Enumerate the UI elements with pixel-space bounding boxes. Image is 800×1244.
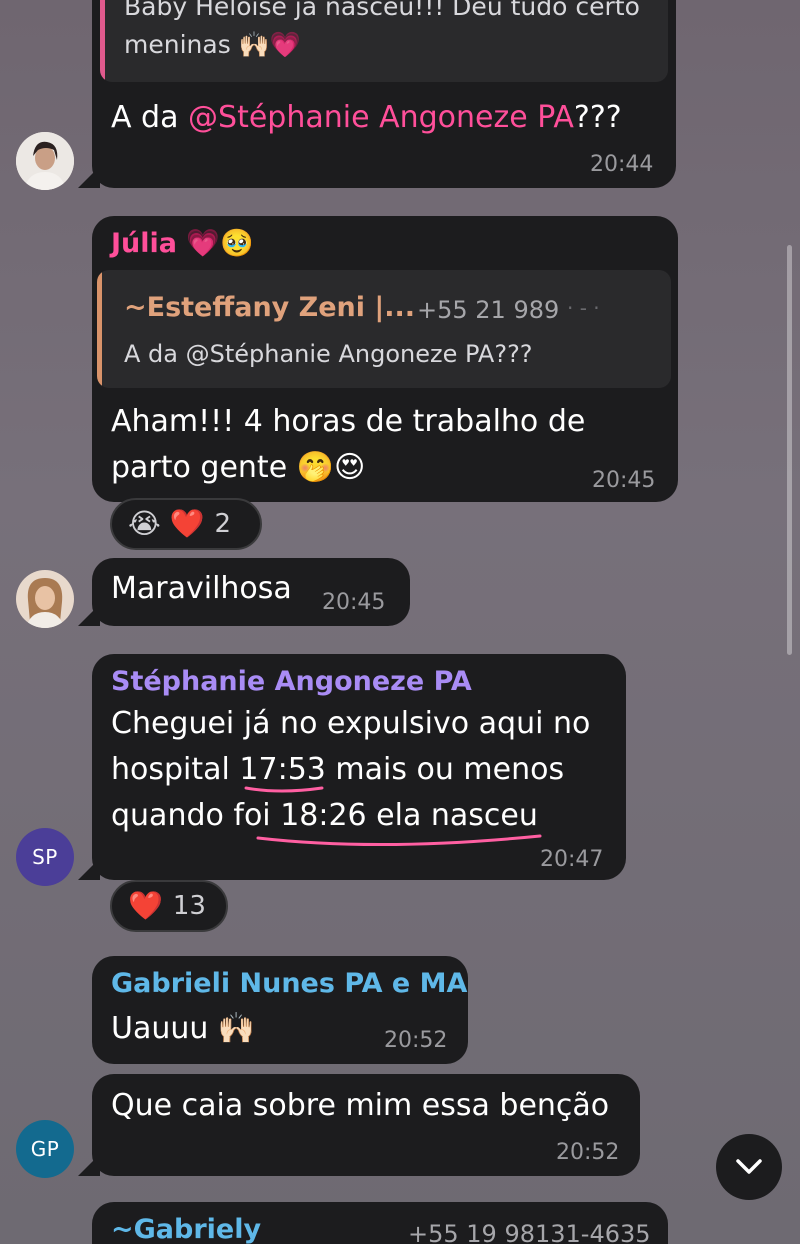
user-avatar[interactable]: [16, 570, 74, 628]
pink-underline-annotation: [244, 786, 542, 847]
user-avatar[interactable]: [16, 132, 74, 190]
reaction-pill[interactable]: ❤️ 13: [110, 880, 228, 932]
scroll-to-bottom-button[interactable]: [716, 1134, 782, 1200]
message-text: Que caia sobre mim essa benção: [111, 1088, 610, 1123]
scrollbar[interactable]: [787, 245, 792, 655]
sender-phone: +55 19 98131-4635: [408, 1220, 651, 1244]
quote-phone-mask: · - ·: [567, 296, 600, 320]
quote-text: A da @Stéphanie Angoneze PA???: [124, 340, 533, 368]
heart-reaction-emoji: ❤️: [128, 889, 163, 922]
quote-author: ~Esteffany Zeni |...: [124, 292, 416, 323]
quote-text-line: meninas 🙌🏻💗: [124, 30, 301, 59]
message-time: 20:44: [590, 152, 654, 177]
quote-bar: [97, 270, 102, 388]
message-time: 20:45: [592, 468, 656, 493]
sender-name[interactable]: ~Gabriely: [111, 1214, 261, 1244]
reaction-count: 13: [172, 891, 206, 921]
bubble-tail: [78, 166, 100, 188]
message-time: 20:45: [322, 590, 386, 615]
message-text: Maravilhosa: [111, 571, 292, 606]
quote-text-line: Baby Heloise já nasceu!!! Deu tudo certo: [124, 0, 640, 21]
message-time: 20:52: [384, 1028, 448, 1053]
quote-phone: +55 21 989: [417, 296, 560, 324]
sender-name[interactable]: Júlia 💗🥹: [111, 227, 254, 259]
mention-link[interactable]: @Stéphanie Angoneze PA: [188, 100, 574, 135]
chevron-down-icon: [736, 1159, 762, 1174]
reaction-pill[interactable]: 😭 ❤️ 2: [110, 498, 262, 550]
message-time: 20:47: [540, 847, 604, 872]
woman-avatar-photo: [16, 570, 74, 628]
woman-avatar-photo: [16, 132, 74, 190]
message-text-line: Cheguei já no expulsivo aqui no: [111, 706, 591, 741]
message-text: Uauuu 🙌🏻: [111, 1011, 256, 1046]
reaction-count: 2: [214, 509, 232, 539]
sender-name[interactable]: Gabrieli Nunes PA e MA: [111, 968, 467, 999]
sender-name[interactable]: Stéphanie Angoneze PA: [111, 666, 472, 697]
user-avatar-initials[interactable]: SP: [16, 828, 74, 886]
reply-quote[interactable]: ~Esteffany Zeni |... +55 21 989 · - · A …: [97, 270, 671, 388]
reaction-emojis: 😭 ❤️: [128, 507, 205, 540]
message-text-line: Aham!!! 4 horas de trabalho de: [111, 404, 586, 439]
user-avatar-initials[interactable]: GP: [16, 1120, 74, 1178]
reply-quote[interactable]: Baby Heloise já nasceu!!! Deu tudo certo…: [100, 0, 668, 82]
bubble-tail: [78, 1154, 100, 1176]
message-time: 20:52: [556, 1140, 620, 1165]
quote-bar: [100, 0, 105, 82]
message-text: A da @Stéphanie Angoneze PA???: [111, 100, 622, 135]
message-text-line: parto gente 🤭😍: [111, 450, 366, 485]
